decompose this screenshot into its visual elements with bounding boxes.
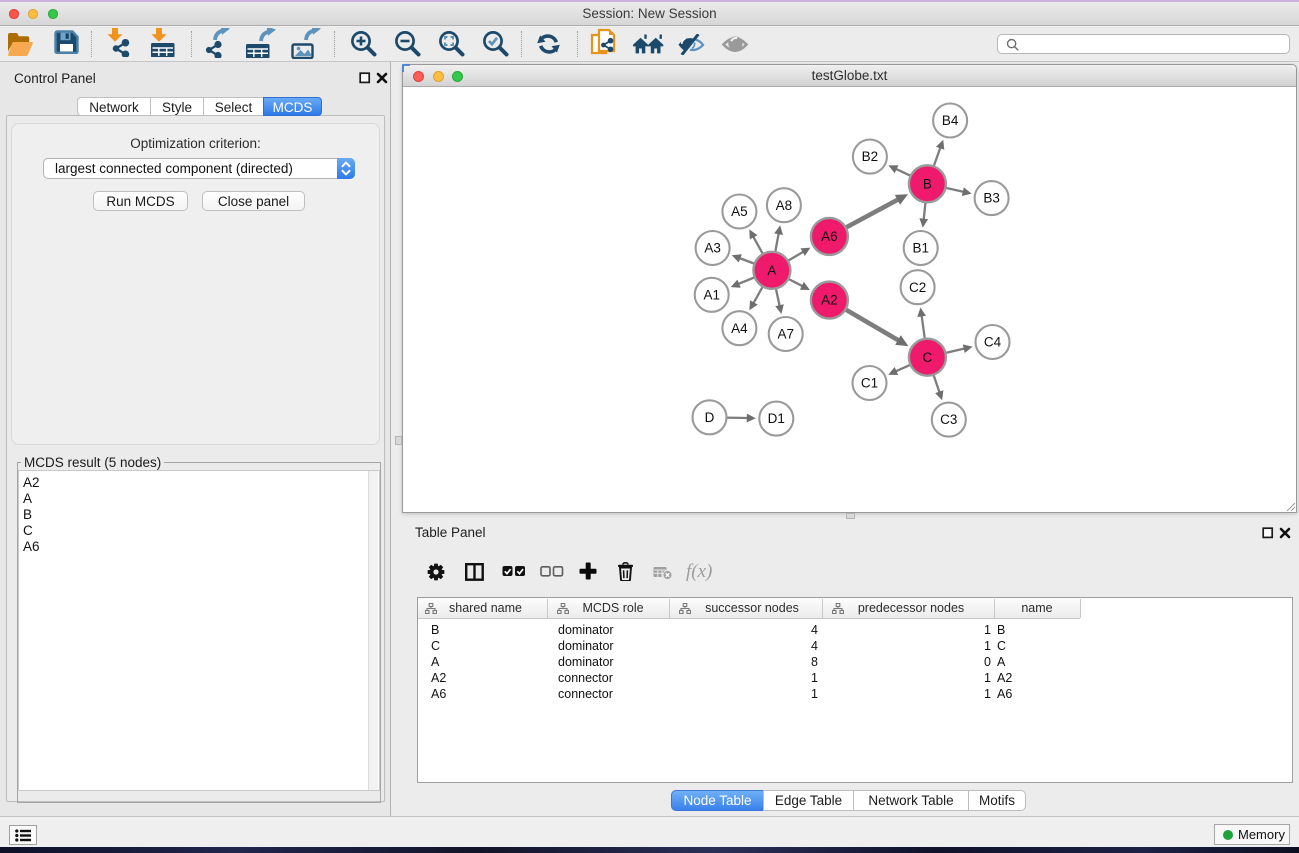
svg-text:A3: A3 (704, 241, 721, 256)
svg-text:A5: A5 (731, 204, 748, 219)
svg-text:B2: B2 (862, 149, 879, 164)
svg-text:B3: B3 (983, 191, 1000, 206)
svg-text:A6: A6 (821, 229, 838, 244)
svg-text:B4: B4 (942, 113, 959, 128)
svg-text:A1: A1 (703, 287, 720, 302)
svg-text:A8: A8 (776, 198, 793, 213)
svg-text:A: A (767, 263, 776, 278)
svg-text:C2: C2 (909, 280, 926, 295)
svg-text:C4: C4 (984, 335, 1002, 350)
svg-text:D1: D1 (768, 411, 785, 426)
svg-text:A2: A2 (821, 293, 838, 308)
svg-text:A7: A7 (777, 327, 794, 342)
svg-text:B: B (923, 176, 932, 191)
svg-text:C: C (923, 350, 933, 365)
svg-text:C1: C1 (861, 376, 878, 391)
svg-text:B1: B1 (912, 241, 929, 256)
svg-text:C3: C3 (940, 412, 957, 427)
svg-text:A4: A4 (731, 321, 748, 336)
svg-text:D: D (705, 410, 715, 425)
